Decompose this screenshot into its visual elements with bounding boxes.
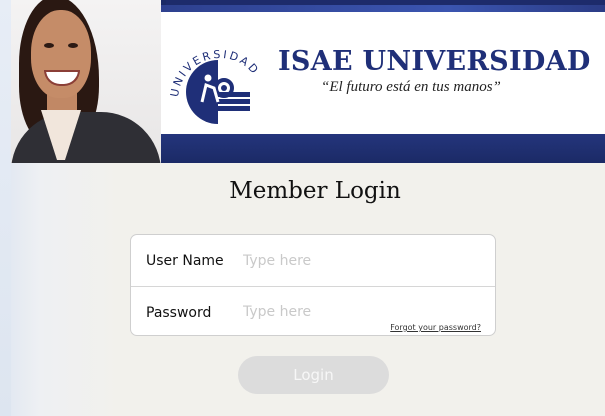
login-button[interactable]: Login: [238, 356, 389, 394]
page-title: Member Login: [229, 178, 401, 204]
username-input[interactable]: [239, 248, 479, 274]
username-row: User Name: [131, 235, 495, 287]
brand-title: ISAE UNIVERSIDAD: [278, 46, 591, 77]
portrait-eye-right: [68, 43, 78, 48]
password-input[interactable]: [239, 299, 479, 325]
portrait-eye-left: [44, 43, 54, 48]
username-label: User Name: [146, 253, 224, 269]
brand-tagline: “El futuro está en tus manos”: [321, 79, 501, 95]
banner-top-stripe: [86, 5, 605, 12]
logo-emblem-icon: UNIVERSIDAD: [168, 48, 260, 124]
header-portrait-image: [11, 0, 161, 163]
forgot-password-link[interactable]: Forgot your password?: [390, 323, 481, 332]
banner-bottom-stripe: [86, 134, 605, 163]
password-row: Password Forgot your password?: [131, 286, 495, 335]
password-label: Password: [146, 305, 212, 321]
university-logo: UNIVERSIDAD: [158, 30, 276, 126]
login-form: User Name Password Forgot your password?: [130, 234, 496, 336]
brand-block: ISAE UNIVERSIDAD “El futuro está en tus …: [278, 46, 591, 96]
left-strip: [0, 0, 11, 416]
